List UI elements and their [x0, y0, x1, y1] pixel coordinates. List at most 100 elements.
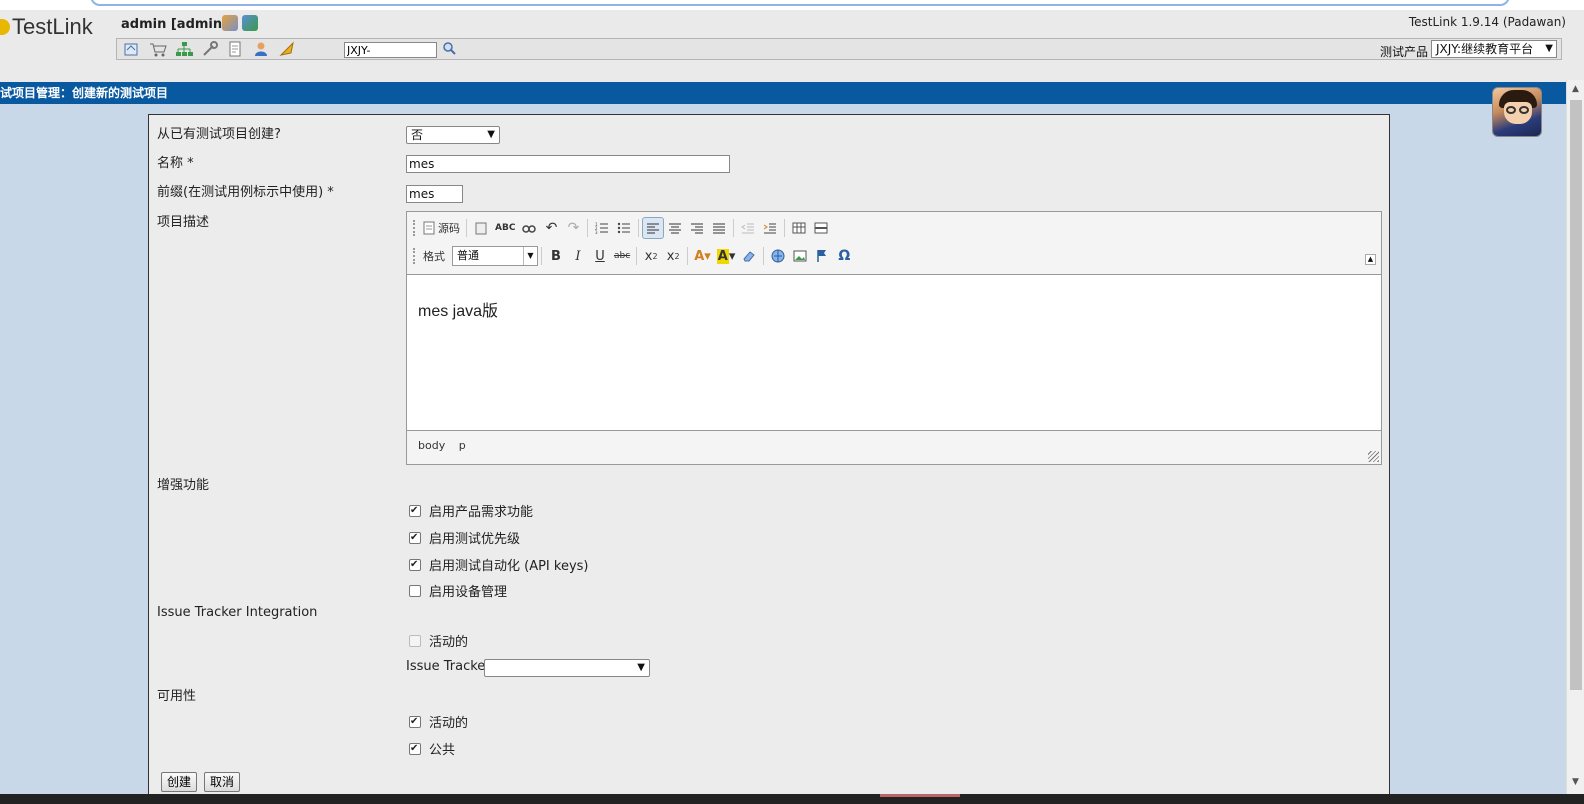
numbered-list-icon[interactable]: 123: [591, 217, 613, 239]
align-left-icon[interactable]: [642, 217, 665, 239]
resize-handle[interactable]: [1368, 451, 1379, 462]
scroll-down-icon[interactable]: ▼: [1572, 777, 1579, 787]
format-select[interactable]: 普通 ▼: [452, 246, 538, 266]
toolbar-separator: [687, 247, 689, 265]
scroll-thumb[interactable]: [1570, 100, 1582, 690]
paste-icon[interactable]: [470, 217, 492, 239]
feature-inventory[interactable]: 启用设备管理: [409, 581, 507, 600]
checkbox-label: 活动的: [429, 716, 469, 731]
checkbox-label: 活动的: [429, 635, 469, 650]
format-label: 格式: [423, 250, 445, 263]
subscript-icon[interactable]: x2: [640, 245, 662, 267]
checkbox[interactable]: [409, 531, 421, 544]
nav-icons: [123, 41, 297, 57]
user-icon[interactable]: [253, 41, 271, 57]
name-input[interactable]: mes: [406, 155, 730, 173]
collapse-toolbar-icon[interactable]: ▲: [1365, 254, 1376, 265]
cart-icon[interactable]: [149, 41, 167, 57]
availability-active[interactable]: 活动的: [409, 712, 468, 731]
editor-content-area[interactable]: mes java版: [407, 274, 1381, 431]
events-icon[interactable]: [279, 41, 297, 57]
create-button[interactable]: 创建: [161, 772, 198, 792]
product-label: 测试产品: [1379, 45, 1428, 59]
copy-from-label: 从已有测试项目创建?: [157, 127, 281, 142]
avatar[interactable]: [1492, 87, 1542, 137]
image-icon[interactable]: [789, 245, 811, 267]
path-p[interactable]: p: [459, 439, 466, 452]
edit-profile-icon[interactable]: [222, 15, 238, 31]
issue-tracker-active: 活动的: [409, 631, 468, 650]
align-right-icon[interactable]: [686, 217, 708, 239]
justify-icon[interactable]: [708, 217, 730, 239]
feature-automation[interactable]: 启用测试自动化 (API keys): [409, 555, 589, 574]
browser-url-bar[interactable]: [90, 0, 1510, 6]
prefix-input[interactable]: mes: [406, 185, 463, 203]
tree-icon[interactable]: [175, 41, 193, 57]
checkbox[interactable]: [409, 558, 421, 571]
version-text: TestLink 1.9.14 (Padawan): [1408, 15, 1566, 29]
vertical-scrollbar[interactable]: ▲ ▼: [1566, 80, 1584, 794]
format-select-value: 普通: [457, 249, 479, 262]
indent-icon[interactable]: [759, 217, 781, 239]
chevron-down-icon: ▼: [637, 662, 645, 673]
chevron-down-icon: ▼: [523, 247, 537, 265]
feature-priority[interactable]: 启用测试优先级: [409, 528, 520, 547]
background-color-icon[interactable]: A ▾: [714, 245, 739, 267]
home-icon[interactable]: [123, 41, 141, 57]
user-icons: [222, 15, 258, 31]
special-char-icon[interactable]: Ω: [833, 245, 855, 267]
align-center-icon[interactable]: [664, 217, 686, 239]
logout-icon[interactable]: [242, 15, 258, 31]
toolbar-separator: [763, 247, 765, 265]
copy-from-select[interactable]: 否 ▼: [406, 126, 500, 144]
taskbar-highlight: [880, 794, 960, 797]
avatar-glasses-left: [1506, 106, 1516, 114]
link-icon[interactable]: [767, 245, 789, 267]
checkbox-label: 启用测试自动化 (API keys): [429, 559, 589, 574]
anchor-flag-icon[interactable]: [811, 245, 833, 267]
testlink-logo[interactable]: TestLink: [0, 14, 93, 40]
superscript-icon[interactable]: x2: [662, 245, 684, 267]
main-toolbar: 测试产品 JXJY:继续教育平台 ▼: [116, 38, 1562, 60]
avatar-glasses-right: [1519, 106, 1529, 114]
remove-format-icon[interactable]: [738, 245, 760, 267]
testcase-search-input[interactable]: [344, 42, 437, 58]
search-icon[interactable]: [442, 41, 456, 55]
toolbar-separator: [636, 247, 638, 265]
table-icon[interactable]: [788, 217, 810, 239]
availability-public[interactable]: 公共: [409, 739, 455, 758]
checkbox-label: 启用设备管理: [429, 585, 508, 600]
product-select[interactable]: JXJY:继续教育平台 ▼: [1431, 40, 1557, 58]
redo-icon[interactable]: ↷: [562, 217, 584, 239]
checkbox[interactable]: [409, 584, 421, 597]
find-icon[interactable]: [518, 217, 540, 239]
checkbox[interactable]: [409, 742, 421, 755]
underline-icon[interactable]: U: [589, 245, 611, 267]
element-path: body p: [418, 439, 476, 452]
toolbar-grip: [413, 248, 416, 264]
outdent-icon[interactable]: [737, 217, 759, 239]
bullet-list-icon[interactable]: [613, 217, 635, 239]
feature-requirements[interactable]: 启用产品需求功能: [409, 501, 533, 520]
issue-tracker-select[interactable]: ▼: [484, 659, 650, 677]
workspace: 从已有测试项目创建? 否 ▼ 名称 * mes 前缀(在测试用例标示中使用) * …: [0, 104, 1566, 804]
path-body[interactable]: body: [418, 439, 445, 452]
user-info: admin [admin]: [121, 17, 229, 32]
document-icon[interactable]: [227, 41, 245, 57]
editor-content-text: mes java版: [418, 303, 499, 320]
scroll-up-icon[interactable]: ▲: [1572, 84, 1579, 94]
bold-icon[interactable]: B: [545, 245, 567, 267]
italic-icon[interactable]: I: [567, 245, 589, 267]
strikethrough-icon[interactable]: abc: [611, 245, 633, 267]
text-color-icon[interactable]: A▾: [691, 245, 714, 267]
horizontal-line-icon[interactable]: [810, 217, 832, 239]
source-button[interactable]: 源码: [420, 217, 463, 239]
features-label: 增强功能: [157, 478, 210, 493]
spellcheck-icon[interactable]: ABC: [492, 217, 518, 239]
checkbox[interactable]: [409, 715, 421, 728]
tools-icon[interactable]: [201, 41, 219, 57]
cancel-button[interactable]: 取消: [204, 772, 241, 792]
checkbox[interactable]: [409, 504, 421, 517]
undo-icon[interactable]: ↶: [540, 217, 562, 239]
checkbox-label: 启用测试优先级: [429, 532, 521, 547]
